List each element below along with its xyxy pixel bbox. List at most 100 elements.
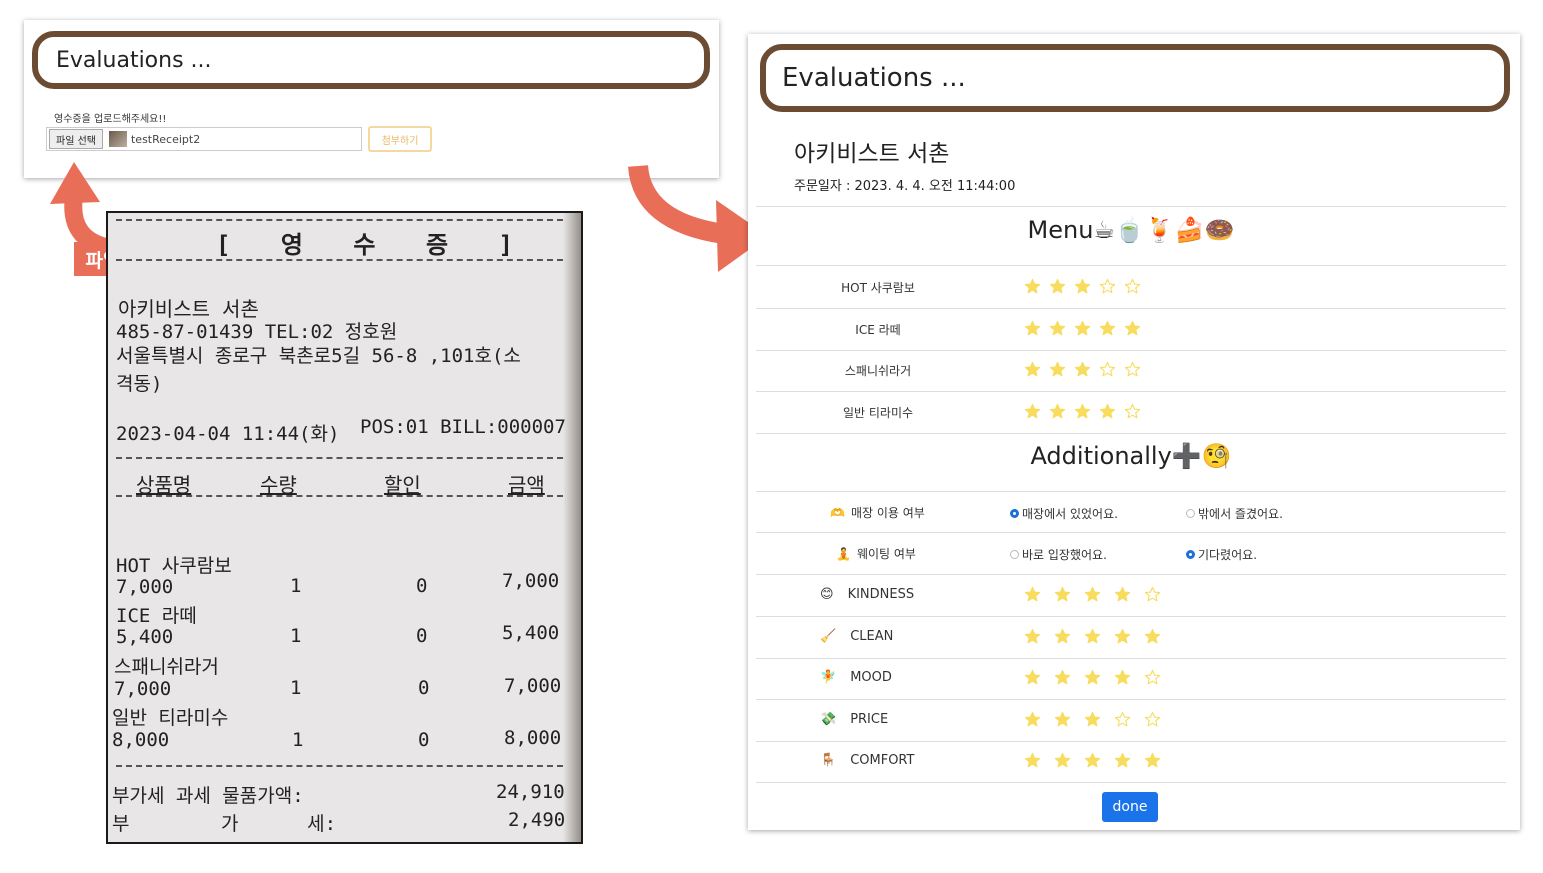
receipt-item-discount: 0: [416, 625, 428, 647]
upload-prompt: 영수증을 업로드해주세요!!: [54, 114, 167, 125]
restaurant-name: 아키비스트 서촌: [794, 141, 950, 167]
evaluation-panel-title: Evaluations ...: [760, 44, 1510, 112]
star-filled-icon[interactable]: [1084, 628, 1101, 645]
receipt-vat-label: 부 가 세:: [112, 813, 337, 835]
upload-panel: Evaluations ... 영수증을 업로드해주세요!! 파일 선택 tes…: [24, 20, 719, 178]
choose-file-button[interactable]: 파일 선택: [49, 129, 103, 149]
star-empty-icon[interactable]: [1144, 586, 1161, 603]
radio-dot[interactable]: [1010, 509, 1019, 518]
waiting-option-waited[interactable]: 기다렸어요.: [1186, 546, 1257, 563]
receipt-address-1: 서울특별시 종로구 북촌로5길 56-8 ,101호(소: [116, 345, 521, 367]
star-filled-icon[interactable]: [1084, 586, 1101, 603]
star-filled-icon[interactable]: [1024, 669, 1041, 686]
star-filled-icon[interactable]: [1144, 752, 1161, 769]
receipt-photo: [ 영 수 증 ] 아키비스트 서촌 485-87-01439 TEL:02 정…: [106, 211, 583, 844]
attribute-icon: 🪑: [820, 753, 837, 768]
file-thumbnail-icon: [108, 131, 127, 147]
star-filled-icon[interactable]: [1024, 361, 1041, 378]
star-filled-icon[interactable]: [1124, 320, 1141, 337]
receipt-item-price: 7,000: [114, 678, 172, 700]
star-empty-icon[interactable]: [1124, 403, 1141, 420]
receipt-item-price: 7,000: [116, 576, 174, 598]
star-filled-icon[interactable]: [1084, 669, 1101, 686]
receipt-item-name: 일반 티라미수: [112, 707, 229, 729]
star-filled-icon[interactable]: [1054, 586, 1071, 603]
attribute-label-clean: 🧹 CLEAN: [820, 628, 894, 644]
star-filled-icon[interactable]: [1074, 403, 1091, 420]
attribute-label-mood: 🧚 MOOD: [820, 670, 892, 685]
star-filled-icon[interactable]: [1024, 403, 1041, 420]
star-filled-icon[interactable]: [1084, 711, 1101, 728]
star-filled-icon[interactable]: [1099, 320, 1116, 337]
star-filled-icon[interactable]: [1114, 752, 1131, 769]
star-filled-icon[interactable]: [1024, 711, 1041, 728]
row-divider: [756, 308, 1506, 309]
waiting-option-immediate[interactable]: 바로 입장했어요.: [1010, 546, 1107, 563]
star-filled-icon[interactable]: [1049, 361, 1066, 378]
star-filled-icon[interactable]: [1024, 586, 1041, 603]
star-filled-icon[interactable]: [1114, 586, 1131, 603]
star-empty-icon[interactable]: [1114, 711, 1131, 728]
star-filled-icon[interactable]: [1084, 752, 1101, 769]
attach-button[interactable]: 첨부하기: [368, 126, 432, 152]
done-button[interactable]: done: [1102, 792, 1158, 822]
radio-dot[interactable]: [1186, 550, 1195, 559]
attribute-label-comfort: 🪑 COMFORT: [820, 753, 915, 768]
star-filled-icon[interactable]: [1114, 669, 1131, 686]
star-rating[interactable]: [1024, 752, 1161, 769]
star-empty-icon[interactable]: [1099, 361, 1116, 378]
star-empty-icon[interactable]: [1124, 278, 1141, 295]
radio-dot[interactable]: [1186, 509, 1195, 518]
star-filled-icon[interactable]: [1054, 669, 1071, 686]
attribute-label-kindness: 😊 KINDNESS: [820, 587, 915, 602]
selected-file-name: testReceipt2: [130, 132, 201, 146]
star-filled-icon[interactable]: [1074, 361, 1091, 378]
star-filled-icon[interactable]: [1024, 320, 1041, 337]
receipt-item-qty: 1: [290, 575, 302, 597]
star-rating[interactable]: [1024, 586, 1161, 603]
menu-item-label: 일반 티라미수: [842, 405, 914, 420]
star-filled-icon[interactable]: [1049, 403, 1066, 420]
star-filled-icon[interactable]: [1099, 403, 1116, 420]
menu-section-title: Menu☕🍵🍹🍰🍩: [1027, 216, 1235, 244]
star-filled-icon[interactable]: [1049, 278, 1066, 295]
star-rating[interactable]: [1024, 361, 1141, 378]
star-filled-icon[interactable]: [1024, 278, 1041, 295]
star-empty-icon[interactable]: [1124, 361, 1141, 378]
dine-in-option-inside[interactable]: 매장에서 있었어요.: [1010, 505, 1118, 522]
receipt-item-price: 5,400: [116, 626, 174, 648]
star-filled-icon[interactable]: [1144, 628, 1161, 645]
star-filled-icon[interactable]: [1024, 628, 1041, 645]
meditation-person-icon: 🧘: [836, 547, 851, 561]
star-filled-icon[interactable]: [1054, 628, 1071, 645]
receipt-business-line: 485-87-01439 TEL:02 정호원: [116, 321, 398, 343]
star-empty-icon[interactable]: [1144, 711, 1161, 728]
star-filled-icon[interactable]: [1024, 752, 1041, 769]
star-rating[interactable]: [1024, 403, 1141, 420]
row-divider: [756, 699, 1506, 700]
row-divider: [756, 391, 1506, 392]
order-date: 주문일자 : 2023. 4. 4. 오전 11:44:00: [794, 179, 1016, 194]
star-rating[interactable]: [1024, 669, 1161, 686]
star-rating[interactable]: [1024, 320, 1141, 337]
additional-section-title: Additionally➕🧐: [1030, 442, 1232, 470]
star-empty-icon[interactable]: [1099, 278, 1116, 295]
star-rating[interactable]: [1024, 278, 1141, 295]
dine-in-option-outside[interactable]: 밖에서 즐겼어요.: [1186, 505, 1283, 522]
star-empty-icon[interactable]: [1144, 669, 1161, 686]
file-input[interactable]: 파일 선택 testReceipt2: [46, 127, 362, 151]
star-filled-icon[interactable]: [1054, 752, 1071, 769]
star-rating[interactable]: [1024, 711, 1161, 728]
radio-dot[interactable]: [1010, 550, 1019, 559]
menu-item-label: 스패니쉬라거: [844, 364, 912, 378]
heart-hands-icon: 🫶: [830, 506, 845, 520]
attribute-icon: 😊: [820, 587, 834, 602]
star-filled-icon[interactable]: [1054, 711, 1071, 728]
star-filled-icon[interactable]: [1074, 320, 1091, 337]
star-filled-icon[interactable]: [1049, 320, 1066, 337]
star-filled-icon[interactable]: [1074, 278, 1091, 295]
star-filled-icon[interactable]: [1114, 628, 1131, 645]
receipt-item-discount: 0: [418, 677, 430, 699]
waiting-label: 🧘 웨이팅 여부: [836, 547, 916, 561]
star-rating[interactable]: [1024, 628, 1161, 645]
